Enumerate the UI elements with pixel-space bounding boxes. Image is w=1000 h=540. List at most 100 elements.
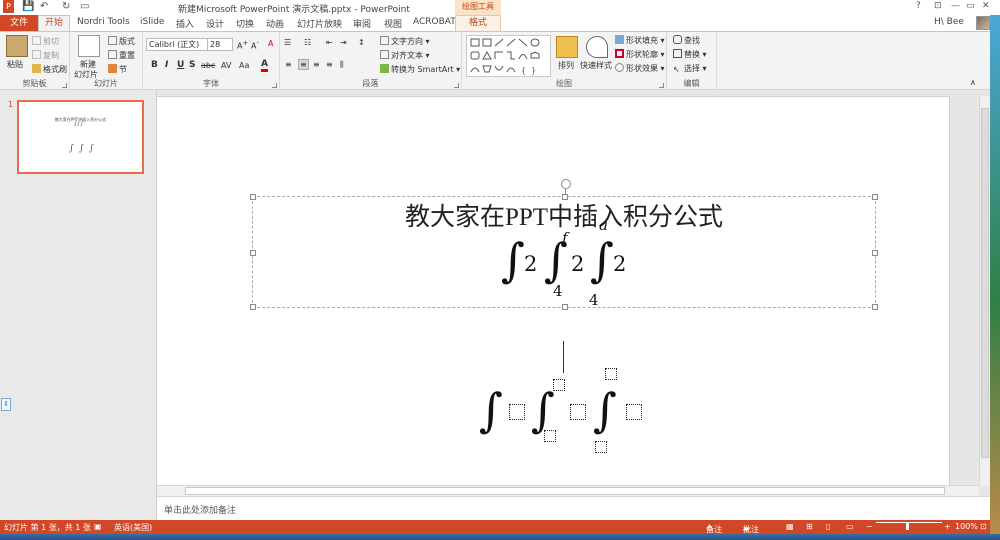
vertical-scroll-thumb[interactable] <box>981 108 989 458</box>
user-name[interactable]: H\ Bee <box>934 17 964 27</box>
formula2-integrand-placeholder-3[interactable] <box>626 404 642 420</box>
font-name-combo[interactable]: Calibri (正文) <box>146 38 208 51</box>
strikethrough-button[interactable]: S <box>189 60 195 70</box>
tab-transitions[interactable]: 切换 <box>236 17 254 30</box>
fit-slide-icon[interactable]: ⊡ <box>980 522 987 531</box>
shape-effects-button[interactable]: 形状效果 ▾ <box>615 63 665 74</box>
tab-file[interactable]: 文件 <box>0 15 38 31</box>
close-button[interactable]: ✕ <box>982 1 990 11</box>
tab-design[interactable]: 设计 <box>206 17 224 30</box>
zoom-slider-thumb[interactable] <box>906 522 909 530</box>
paste-button[interactable]: 粘贴 <box>7 59 23 70</box>
new-slide-icon[interactable] <box>78 35 100 57</box>
undo-icon[interactable]: ↶ <box>40 1 48 12</box>
collapse-ribbon-icon[interactable]: ∧ <box>970 78 976 87</box>
zoom-out-button[interactable]: − <box>866 522 873 531</box>
help-button[interactable]: ? <box>916 1 921 11</box>
arrange-icon[interactable] <box>556 36 578 58</box>
formula2-integral-1[interactable]: ∫ <box>479 387 503 433</box>
tab-home[interactable]: 开始 <box>38 15 70 31</box>
formula2-upper-limit-placeholder-3[interactable] <box>605 368 617 380</box>
replace-button[interactable]: 替换 ▾ <box>673 49 707 60</box>
zoom-level[interactable]: 100% <box>955 522 978 531</box>
tab-animations[interactable]: 动画 <box>266 17 284 30</box>
select-button[interactable]: ↖ 选择 ▾ <box>673 63 707 74</box>
formula2-integral-2[interactable]: ∫ <box>531 387 555 433</box>
layout-button[interactable]: 版式 <box>108 36 135 47</box>
reading-view-icon[interactable]: ▯ <box>826 522 830 531</box>
underline-button[interactable]: U <box>177 60 184 70</box>
tab-view[interactable]: 视图 <box>384 17 402 30</box>
slide-canvas[interactable]: 教大家在PPT中插入积分公式 ∫ 2 ∫ f 4 2 ∫ a 4 2 ∫ ∫ ∫ <box>157 96 950 486</box>
formula2-integrand-placeholder-2[interactable] <box>570 404 586 420</box>
spellcheck-icon[interactable]: ▣ <box>94 522 102 531</box>
align-left-icon[interactable]: ≡ <box>285 60 292 69</box>
clipboard-launcher-icon[interactable] <box>62 83 67 88</box>
tab-nordri-tools[interactable]: Nordri Tools <box>77 17 130 27</box>
formula2-lower-limit-placeholder-3[interactable] <box>595 441 607 453</box>
numbering-icon[interactable]: ☷ <box>304 38 311 47</box>
shape-outline-button[interactable]: 形状轮廓 ▾ <box>615 49 665 60</box>
rotation-handle[interactable] <box>561 179 571 189</box>
tab-slideshow[interactable]: 幻灯片放映 <box>297 17 342 30</box>
section-button[interactable]: 节 <box>108 64 127 75</box>
resize-handle-s[interactable] <box>562 304 568 310</box>
language-indicator[interactable]: 英语(美国) <box>114 522 152 533</box>
shape-fill-button[interactable]: 形状填充 ▾ <box>615 35 665 46</box>
shrink-font-icon[interactable]: A- <box>251 39 259 51</box>
tab-insert[interactable]: 插入 <box>176 17 194 30</box>
avatar[interactable] <box>976 16 990 30</box>
font-launcher-icon[interactable] <box>272 83 277 88</box>
slideshow-view-icon[interactable]: ▭ <box>846 522 854 531</box>
slide-title[interactable]: 教大家在PPT中插入积分公式 <box>252 197 876 233</box>
resize-handle-w[interactable] <box>250 250 256 256</box>
tab-review[interactable]: 审阅 <box>353 17 371 30</box>
customize-quick-access-icon[interactable]: ▭ <box>80 1 89 12</box>
clear-formatting-icon[interactable]: A <box>268 39 273 48</box>
align-right-icon[interactable]: ≡ <box>313 60 320 69</box>
horizontal-scrollbar[interactable] <box>157 485 979 496</box>
formula2-upper-limit-placeholder-2[interactable] <box>553 379 565 391</box>
tab-acrobat[interactable]: ACROBAT <box>413 17 456 27</box>
convert-smartart-button[interactable]: 转换为 SmartArt ▾ <box>380 64 460 75</box>
tab-format[interactable]: 格式 <box>455 15 501 31</box>
italic-button[interactable]: I <box>165 60 168 70</box>
arrange-button[interactable]: 排列 <box>558 60 574 71</box>
columns-icon[interactable]: ⫼ <box>340 60 344 70</box>
slide-sorter-icon[interactable]: ⊞ <box>806 522 813 531</box>
shapes-gallery[interactable]: { } <box>466 35 551 77</box>
zoom-slider[interactable] <box>876 522 942 523</box>
font-color-button[interactable]: A <box>261 60 268 72</box>
reset-button[interactable]: 重置 <box>108 50 135 61</box>
find-button[interactable]: 查找 <box>673 35 700 46</box>
paste-icon[interactable] <box>6 35 28 57</box>
normal-view-icon[interactable]: ▦ <box>786 522 794 531</box>
copy-button[interactable]: 复制 <box>32 50 59 61</box>
formula2-integrand-placeholder-1[interactable] <box>509 404 525 420</box>
zoom-in-button[interactable]: + <box>944 522 951 531</box>
ribbon-display-options-icon[interactable]: ⊡ <box>934 1 942 11</box>
align-text-button[interactable]: 对齐文本 ▾ <box>380 50 430 61</box>
resize-handle-se[interactable] <box>872 304 878 310</box>
grow-font-icon[interactable]: A+ <box>237 39 248 51</box>
text-direction-button[interactable]: 文字方向 ▾ <box>380 36 430 47</box>
save-icon[interactable]: 💾 <box>22 1 34 12</box>
resize-handle-e[interactable] <box>872 250 878 256</box>
cut-button[interactable]: 剪切 <box>32 36 59 47</box>
horizontal-scroll-thumb[interactable] <box>185 487 945 495</box>
format-painter-button[interactable]: 格式刷 <box>32 64 67 75</box>
quick-styles-button[interactable]: 快速样式 <box>580 60 612 71</box>
quick-styles-icon[interactable] <box>586 36 608 58</box>
increase-indent-icon[interactable]: ⇥ <box>340 38 347 47</box>
maximize-button[interactable]: ▭ <box>966 1 975 11</box>
formula2-integral-3[interactable]: ∫ <box>593 387 617 433</box>
character-spacing-button[interactable]: AV <box>221 61 231 70</box>
drawing-launcher-icon[interactable] <box>659 83 664 88</box>
vertical-scrollbar[interactable] <box>979 96 990 486</box>
paragraph-launcher-icon[interactable] <box>454 83 459 88</box>
formula2-lower-limit-placeholder-2[interactable] <box>544 430 556 442</box>
change-case-button[interactable]: Aa <box>239 61 249 70</box>
text-shadow-button[interactable]: abc <box>201 61 215 70</box>
notes-pane[interactable]: 单击此处添加备注 <box>157 496 1000 520</box>
line-spacing-icon[interactable]: ↕ <box>358 38 365 47</box>
